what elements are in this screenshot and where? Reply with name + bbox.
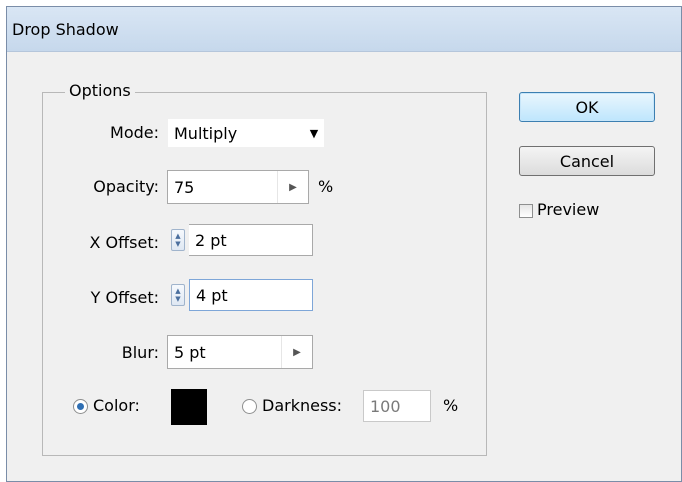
- dialog-body: Options Mode: Multiply ▼ Opacity: 75 ▶ %…: [7, 52, 681, 481]
- opacity-value: 75: [174, 177, 195, 197]
- blur-value: 5 pt: [174, 342, 206, 362]
- blur-popup-arrow-icon[interactable]: ▶: [281, 336, 312, 368]
- radio-selected-dot: [77, 403, 84, 410]
- preview-checkbox[interactable]: [519, 204, 533, 218]
- darkness-label: Darkness:: [262, 396, 343, 415]
- opacity-unit: %: [318, 177, 334, 196]
- mode-select[interactable]: Multiply ▼: [167, 118, 325, 148]
- darkness-unit: %: [443, 396, 459, 415]
- color-swatch[interactable]: [171, 389, 207, 425]
- opacity-label: Opacity:: [93, 177, 159, 196]
- darkness-value: 100: [370, 396, 401, 416]
- options-legend: Options: [65, 81, 135, 100]
- y-offset-label: Y Offset:: [90, 288, 159, 307]
- blur-label: Blur:: [121, 343, 159, 362]
- color-radio[interactable]: [73, 399, 88, 414]
- opacity-popup-arrow-icon[interactable]: ▶: [277, 171, 308, 203]
- y-offset-field[interactable]: 4 pt: [189, 279, 313, 311]
- x-offset-label: X Offset:: [89, 233, 159, 252]
- mode-label: Mode:: [110, 123, 159, 142]
- x-offset-value: 2 pt: [195, 230, 227, 250]
- darkness-radio[interactable]: [242, 399, 257, 414]
- chevron-down-icon: ▼: [309, 126, 319, 140]
- y-offset-spinner-icon[interactable]: ▲ ▼: [171, 284, 185, 306]
- options-group: Options Mode: Multiply ▼ Opacity: 75 ▶ %…: [42, 81, 487, 456]
- y-offset-value: 4 pt: [196, 285, 228, 305]
- x-offset-spinner-icon[interactable]: ▲ ▼: [171, 229, 185, 251]
- drop-shadow-dialog: Drop Shadow Options Mode: Multiply ▼ Opa…: [6, 6, 682, 482]
- cancel-button[interactable]: Cancel: [519, 146, 655, 176]
- color-label: Color:: [93, 396, 140, 415]
- ok-button[interactable]: OK: [519, 92, 655, 122]
- darkness-field[interactable]: 100: [363, 390, 431, 422]
- dialog-title: Drop Shadow: [12, 19, 119, 39]
- mode-value: Multiply: [174, 123, 238, 143]
- preview-label: Preview: [537, 200, 600, 219]
- opacity-field[interactable]: 75 ▶: [167, 170, 309, 204]
- title-bar[interactable]: Drop Shadow: [7, 7, 681, 52]
- blur-field[interactable]: 5 pt ▶: [167, 335, 313, 369]
- x-offset-field[interactable]: 2 pt: [189, 224, 313, 256]
